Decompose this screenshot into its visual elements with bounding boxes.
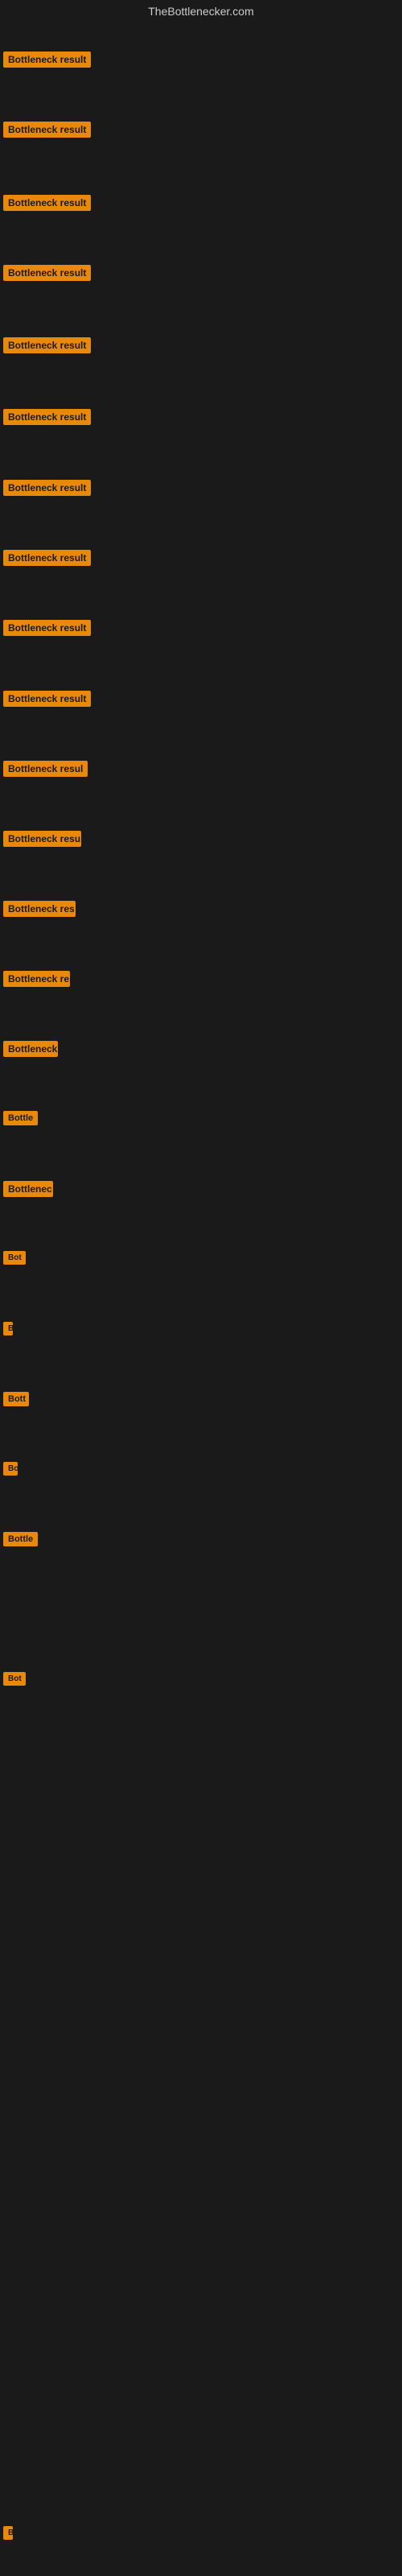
result-row: Bottleneck result	[3, 691, 91, 711]
bottleneck-badge[interactable]: Bot	[3, 1251, 26, 1265]
bottleneck-badge[interactable]: Bottlenec	[3, 1181, 53, 1197]
result-row: Bot	[3, 1672, 26, 1690]
result-row: Bottleneck result	[3, 550, 91, 570]
result-row: Bottleneck result	[3, 265, 91, 285]
result-row: Bottleneck result	[3, 337, 91, 357]
result-row: Bo	[3, 1462, 18, 1480]
result-row: Bottleneck result	[3, 52, 91, 72]
bottleneck-badge[interactable]: Bottleneck resu	[3, 831, 81, 847]
result-row: Bottleneck result	[3, 409, 91, 429]
bottleneck-badge[interactable]: Bottleneck result	[3, 550, 91, 566]
result-row: Bottleneck	[3, 1041, 58, 1061]
bottleneck-badge[interactable]: Bottleneck re	[3, 971, 70, 987]
bottleneck-badge[interactable]: B	[3, 2526, 13, 2540]
result-row: Bottleneck re	[3, 971, 70, 991]
result-row: B	[3, 1322, 13, 1340]
bottleneck-badge[interactable]: Bottleneck result	[3, 620, 91, 636]
bottleneck-badge[interactable]: Bottleneck	[3, 1041, 58, 1057]
result-row: Bottleneck result	[3, 480, 91, 500]
bottleneck-badge[interactable]: Bottleneck result	[3, 195, 91, 211]
result-row: Bottleneck result	[3, 620, 91, 640]
result-row: Bottle	[3, 1532, 38, 1550]
bottleneck-badge[interactable]: Bottleneck result	[3, 52, 91, 68]
site-title: TheBottlenecker.com	[0, 0, 402, 23]
bottleneck-badge[interactable]: Bottle	[3, 1532, 38, 1546]
result-row: Bott	[3, 1392, 29, 1410]
result-row: B	[3, 2526, 13, 2544]
bottleneck-badge[interactable]: Bottleneck result	[3, 480, 91, 496]
result-row: Bottle	[3, 1111, 38, 1129]
bottleneck-badge[interactable]: Bottleneck result	[3, 265, 91, 281]
bottleneck-badge[interactable]: Bottleneck result	[3, 122, 91, 138]
result-row: Bottleneck result	[3, 122, 91, 142]
result-row: Bottleneck resul	[3, 761, 88, 781]
bottleneck-badge[interactable]: Bott	[3, 1392, 29, 1406]
bottleneck-badge[interactable]: Bot	[3, 1672, 26, 1686]
result-row: Bottleneck resu	[3, 831, 81, 851]
bottleneck-badge[interactable]: Bottleneck res	[3, 901, 76, 917]
result-row: Bottleneck res	[3, 901, 76, 921]
bottleneck-badge[interactable]: Bo	[3, 1462, 18, 1476]
result-row: Bottleneck result	[3, 195, 91, 215]
result-row: Bot	[3, 1251, 26, 1269]
bottleneck-badge[interactable]: Bottleneck resul	[3, 761, 88, 777]
bottleneck-badge[interactable]: Bottleneck result	[3, 337, 91, 353]
bottleneck-badge[interactable]: Bottle	[3, 1111, 38, 1125]
bottleneck-badge[interactable]: B	[3, 1322, 13, 1335]
bottleneck-badge[interactable]: Bottleneck result	[3, 691, 91, 707]
result-row: Bottlenec	[3, 1181, 53, 1201]
bottleneck-badge[interactable]: Bottleneck result	[3, 409, 91, 425]
